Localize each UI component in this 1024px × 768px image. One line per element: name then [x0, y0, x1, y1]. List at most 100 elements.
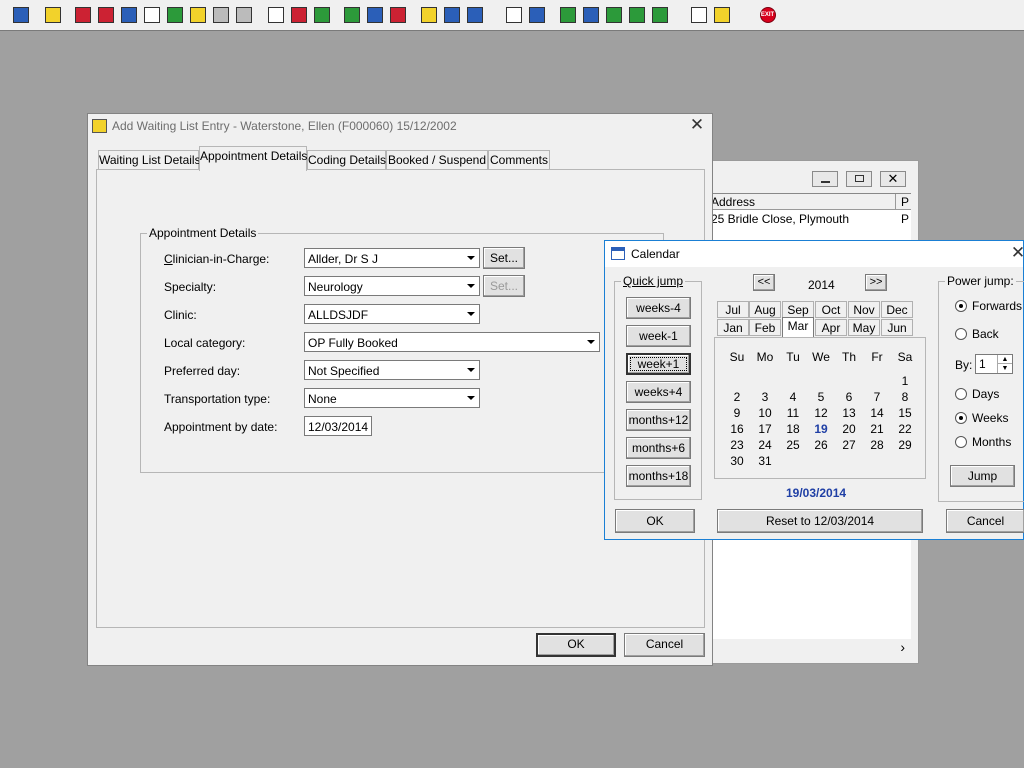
months-plus-12-button[interactable]: months+12	[626, 409, 691, 431]
month-feb[interactable]: Feb	[749, 319, 781, 336]
month-jun[interactable]: Jun	[881, 319, 913, 336]
column-header-address[interactable]: Address	[711, 195, 755, 209]
calendar-day[interactable]: 30	[723, 454, 751, 468]
forwards-label[interactable]: Forwards	[972, 299, 1022, 313]
calendar-cancel-button[interactable]: Cancel	[946, 509, 1024, 533]
preferred-day-select[interactable]: Not Specified	[304, 360, 480, 380]
bed-icon[interactable]	[441, 4, 462, 25]
calendar-day[interactable]: 15	[891, 406, 919, 420]
column-header-p[interactable]: P	[901, 195, 909, 209]
calendar-day[interactable]: 27	[835, 438, 863, 452]
tab-coding-details[interactable]: Coding Details	[307, 150, 386, 170]
forwards-radio[interactable]	[955, 300, 967, 312]
calendar-day[interactable]: 28	[863, 438, 891, 452]
clinic-select[interactable]: ALLDSJDF	[304, 304, 480, 324]
month-apr[interactable]: Apr	[815, 319, 847, 336]
image-icon[interactable]	[341, 4, 362, 25]
month-aug[interactable]: Aug	[749, 301, 781, 318]
edit-icon[interactable]	[95, 4, 116, 25]
month-mar[interactable]: Mar	[782, 317, 814, 338]
screen-icon[interactable]	[311, 4, 332, 25]
gauge-icon[interactable]	[387, 4, 408, 25]
tab-comments[interactable]: Comments	[488, 150, 550, 170]
chart-icon[interactable]	[526, 4, 547, 25]
calendar-day[interactable]: 21	[863, 422, 891, 436]
months-radio[interactable]	[955, 436, 967, 448]
form-icon[interactable]	[364, 4, 385, 25]
calendar-day[interactable]: 25	[779, 438, 807, 452]
minimize-button[interactable]	[812, 171, 838, 187]
person-icon[interactable]	[164, 4, 185, 25]
note-icon[interactable]	[418, 4, 439, 25]
chevron-down-icon[interactable]	[462, 277, 479, 295]
calendar-day[interactable]: 16	[723, 422, 751, 436]
prev-year-button[interactable]: <<	[753, 274, 775, 291]
calendar-day[interactable]: 9	[723, 406, 751, 420]
patient-icon[interactable]	[10, 4, 31, 25]
refresh-icon[interactable]	[649, 4, 670, 25]
calendar-day[interactable]: 19	[807, 422, 835, 436]
window-close-button[interactable]: ✕	[880, 171, 906, 187]
month-nov[interactable]: Nov	[848, 301, 880, 318]
clock-icon[interactable]	[288, 4, 309, 25]
stepper-up-icon[interactable]: ▲	[997, 355, 1012, 364]
book-icon[interactable]	[72, 4, 93, 25]
weeks-minus-4-button[interactable]: weeks-4	[626, 297, 691, 319]
calendar-day[interactable]: 4	[779, 390, 807, 404]
document-icon[interactable]	[503, 4, 524, 25]
chevron-down-icon[interactable]	[462, 305, 479, 323]
calendar-day[interactable]: 6	[835, 390, 863, 404]
weeks-plus-4-button[interactable]: weeks+4	[626, 381, 691, 403]
months-plus-18-button[interactable]: months+18	[626, 465, 691, 487]
calendar-day[interactable]: 18	[779, 422, 807, 436]
swap-icon[interactable]	[688, 4, 709, 25]
calendar-close-button[interactable]: ✕	[1007, 244, 1024, 264]
notes-icon[interactable]	[187, 4, 208, 25]
calendar-day[interactable]: 7	[863, 390, 891, 404]
horizontal-scrollbar[interactable]: ›	[711, 639, 911, 656]
chevron-down-icon[interactable]	[462, 389, 479, 407]
dialog-close-button[interactable]: ✕	[686, 116, 708, 136]
exit-icon[interactable]: EXIT	[757, 4, 778, 25]
calendar-day[interactable]: 13	[835, 406, 863, 420]
cancel-button[interactable]: Cancel	[624, 633, 705, 657]
days-radio[interactable]	[955, 388, 967, 400]
check-icon[interactable]	[580, 4, 601, 25]
calendar-day[interactable]: 5	[807, 390, 835, 404]
transfer-icon[interactable]	[464, 4, 485, 25]
table-row[interactable]: 25 Bridle Close, Plymouth P	[711, 211, 911, 228]
calendar-day[interactable]: 24	[751, 438, 779, 452]
calendar-day[interactable]: 26	[807, 438, 835, 452]
restore-button[interactable]	[846, 171, 872, 187]
weeks-label[interactable]: Weeks	[972, 411, 1008, 425]
calendar-day[interactable]: 14	[863, 406, 891, 420]
calendar-day[interactable]: 2	[723, 390, 751, 404]
month-jul[interactable]: Jul	[717, 301, 749, 318]
week-plus-1-button[interactable]: week+1	[626, 353, 691, 375]
days-label[interactable]: Days	[972, 387, 999, 401]
clinician-select[interactable]: Allder, Dr S J	[304, 248, 480, 268]
calendar-day[interactable]: 12	[807, 406, 835, 420]
list-icon[interactable]	[118, 4, 139, 25]
stepper-down-icon[interactable]: ▼	[997, 364, 1012, 373]
flag-icon[interactable]	[603, 4, 624, 25]
months-plus-6-button[interactable]: months+6	[626, 437, 691, 459]
local-category-select[interactable]: OP Fully Booked	[304, 332, 600, 352]
calendar-ok-button[interactable]: OK	[615, 509, 695, 533]
jump-button[interactable]: Jump	[950, 465, 1015, 487]
set-clinician-button[interactable]: Set...	[483, 247, 525, 269]
chevron-down-icon[interactable]	[462, 249, 479, 267]
calendar-day[interactable]: 22	[891, 422, 919, 436]
calendar-day[interactable]: 8	[891, 390, 919, 404]
transportation-select[interactable]: None	[304, 388, 480, 408]
weeks-radio[interactable]	[955, 412, 967, 424]
calendar-day[interactable]: 17	[751, 422, 779, 436]
scroll-right-icon[interactable]: ›	[900, 639, 905, 655]
tab-appointment-details[interactable]: Appointment Details	[199, 146, 307, 171]
by-stepper[interactable]: 1 ▲ ▼	[975, 354, 1013, 374]
calendar-day[interactable]: 23	[723, 438, 751, 452]
calendar-day[interactable]: 1	[891, 374, 919, 388]
chevron-down-icon[interactable]	[462, 361, 479, 379]
month-sep[interactable]: Sep	[782, 301, 814, 318]
appointment-by-date-field[interactable]: 12/03/2014	[304, 416, 372, 436]
